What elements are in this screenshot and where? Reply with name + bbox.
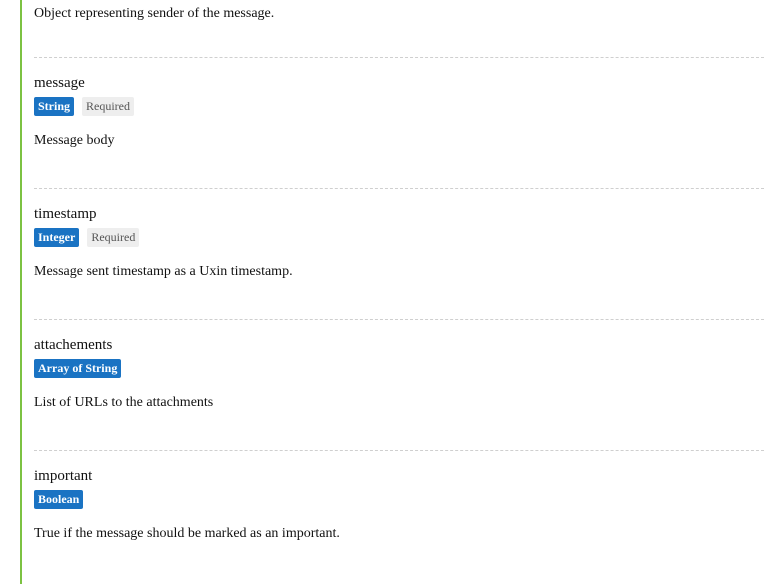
required-badge: Required — [87, 228, 140, 247]
field-name: attachements — [34, 337, 113, 353]
field-badges: Boolean — [34, 490, 764, 509]
field-message: message String Required Message body — [34, 74, 764, 150]
field-description: Message body — [34, 133, 115, 148]
field-important: important Boolean True if the message sh… — [34, 467, 764, 543]
field-separator — [34, 450, 764, 451]
sender-description: Object representing sender of the messag… — [34, 6, 275, 21]
field-badges: String Required — [34, 97, 764, 116]
type-badge: Integer — [34, 228, 80, 247]
field-badges: Integer Required — [34, 228, 764, 247]
field-separator — [34, 57, 764, 58]
type-badge: Boolean — [34, 490, 84, 509]
field-name: important — [34, 468, 93, 484]
type-badge: String — [34, 97, 75, 116]
field-name: timestamp — [34, 206, 97, 222]
field-separator — [34, 319, 764, 320]
field-description: True if the message should be marked as … — [34, 526, 340, 541]
schema-fields-section: Object representing sender of the messag… — [20, 0, 764, 584]
type-badge: Array of String — [34, 359, 122, 378]
field-description: Message sent timestamp as a Uxin timesta… — [34, 264, 293, 279]
field-separator — [34, 188, 764, 189]
field-badges: Array of String — [34, 359, 764, 378]
required-badge: Required — [82, 97, 135, 116]
field-timestamp: timestamp Integer Required Message sent … — [34, 205, 764, 281]
field-attachements: attachements Array of String List of URL… — [34, 336, 764, 412]
field-name: message — [34, 75, 85, 91]
field-description: List of URLs to the attachments — [34, 395, 214, 410]
